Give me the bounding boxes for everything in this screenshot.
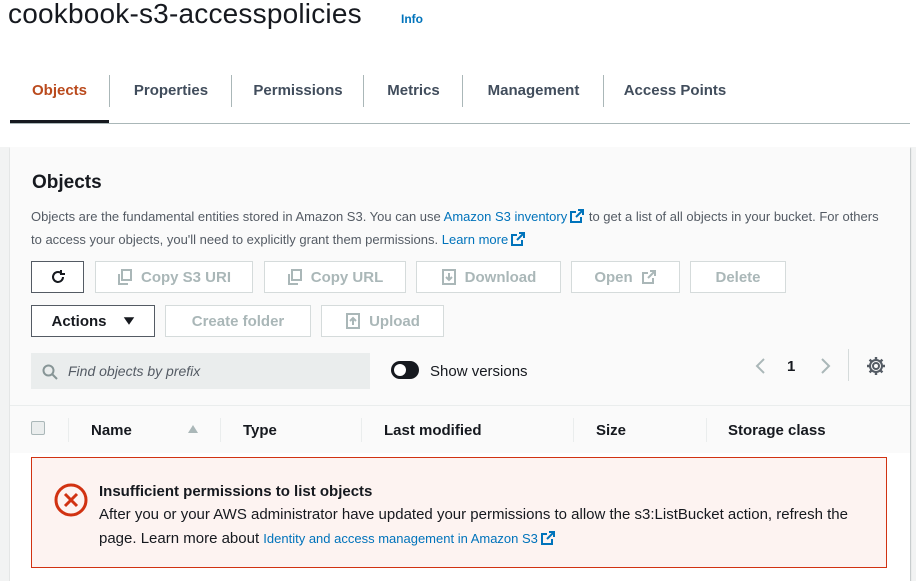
s3-inventory-link-label: Amazon S3 inventory <box>443 209 568 224</box>
tab-bar: Objects Properties Permissions Metrics M… <box>10 72 910 124</box>
gear-icon[interactable] <box>866 356 886 376</box>
desc-text: Objects are the fundamental entities sto… <box>31 209 444 224</box>
column-header-name[interactable]: Name <box>91 422 132 439</box>
column-divider <box>220 418 221 442</box>
iam-link-label: Identity and access management in Amazon… <box>263 531 538 546</box>
upload-label: Upload <box>369 312 420 330</box>
caret-down-icon <box>123 317 134 325</box>
create-folder-button[interactable]: Create folder <box>165 305 311 337</box>
error-icon <box>54 483 88 517</box>
actions-button[interactable]: Actions <box>31 305 155 337</box>
copy-s3-uri-button[interactable]: Copy S3 URI <box>95 261 253 293</box>
select-all-checkbox[interactable] <box>31 421 45 435</box>
chevron-left-icon[interactable] <box>753 358 769 374</box>
page-header: cookbook-s3-accesspolicies Info Objects … <box>0 0 916 147</box>
external-link-icon <box>540 531 555 545</box>
tab-properties[interactable]: Properties <box>110 72 232 123</box>
column-header-last-modified[interactable]: Last modified <box>384 422 482 439</box>
column-divider <box>361 418 362 442</box>
error-alert: Insufficient permissions to list objects… <box>31 457 887 568</box>
copy-url-button[interactable]: Copy URL <box>264 261 406 293</box>
objects-panel: Objects Objects are the fundamental enti… <box>10 147 910 581</box>
page-title: cookbook-s3-accesspolicies <box>8 0 362 29</box>
column-divider <box>68 418 69 442</box>
alert-title: Insufficient permissions to list objects <box>99 483 373 500</box>
show-versions-toggle[interactable] <box>391 361 419 379</box>
copy-icon <box>117 269 132 285</box>
open-label: Open <box>594 268 633 286</box>
current-page-number[interactable]: 1 <box>787 358 795 375</box>
external-link-icon <box>641 270 656 284</box>
learn-more-link-label: Learn more <box>441 232 509 247</box>
download-label: Download <box>464 268 537 286</box>
external-link-icon <box>570 209 585 223</box>
delete-button[interactable]: Delete <box>690 261 786 293</box>
tab-management[interactable]: Management <box>463 72 604 123</box>
upload-icon <box>346 313 361 329</box>
actions-label: Actions <box>51 312 107 330</box>
alert-body: After you or your AWS administrator have… <box>99 503 879 551</box>
column-header-type[interactable]: Type <box>243 422 277 439</box>
sort-icon[interactable] <box>187 424 199 434</box>
iam-link[interactable]: Identity and access management in Amazon… <box>263 531 556 546</box>
refresh-button[interactable] <box>31 261 84 293</box>
tab-metrics[interactable]: Metrics <box>364 72 463 123</box>
show-versions-label: Show versions <box>430 363 528 380</box>
create-folder-label: Create folder <box>191 312 285 330</box>
external-link-icon <box>511 232 526 246</box>
download-icon <box>441 269 456 285</box>
pager-divider <box>848 349 849 381</box>
tab-permissions[interactable]: Permissions <box>232 72 364 123</box>
s3-bucket-page: cookbook-s3-accesspolicies Info Objects … <box>0 0 916 581</box>
open-button[interactable]: Open <box>571 261 680 293</box>
tab-access-points[interactable]: Access Points <box>604 72 746 123</box>
upload-button[interactable]: Upload <box>321 305 444 337</box>
download-button[interactable]: Download <box>416 261 561 293</box>
s3-inventory-link[interactable]: Amazon S3 inventory <box>444 209 586 224</box>
delete-label: Delete <box>715 268 761 286</box>
search-placeholder: Find objects by prefix <box>68 363 201 379</box>
search-icon <box>42 364 58 380</box>
objects-heading: Objects <box>32 172 102 193</box>
table-header: Name Type Last modified Size Storage cla… <box>10 405 910 453</box>
column-header-storage-class[interactable]: Storage class <box>728 422 826 439</box>
column-divider <box>706 418 707 442</box>
objects-description: Objects are the fundamental entities sto… <box>31 205 891 251</box>
column-header-size[interactable]: Size <box>596 422 626 439</box>
chevron-right-icon[interactable] <box>817 358 833 374</box>
search-input[interactable]: Find objects by prefix <box>31 353 370 389</box>
toggle-knob <box>394 364 406 376</box>
column-divider <box>573 418 574 442</box>
refresh-icon <box>51 270 65 283</box>
copy-s3-uri-label: Copy S3 URI <box>140 268 231 286</box>
copy-icon <box>287 269 302 285</box>
info-link[interactable]: Info <box>401 12 423 26</box>
learn-more-link[interactable]: Learn more <box>442 232 526 247</box>
tab-objects[interactable]: Objects <box>10 72 109 123</box>
copy-url-label: Copy URL <box>310 268 384 286</box>
